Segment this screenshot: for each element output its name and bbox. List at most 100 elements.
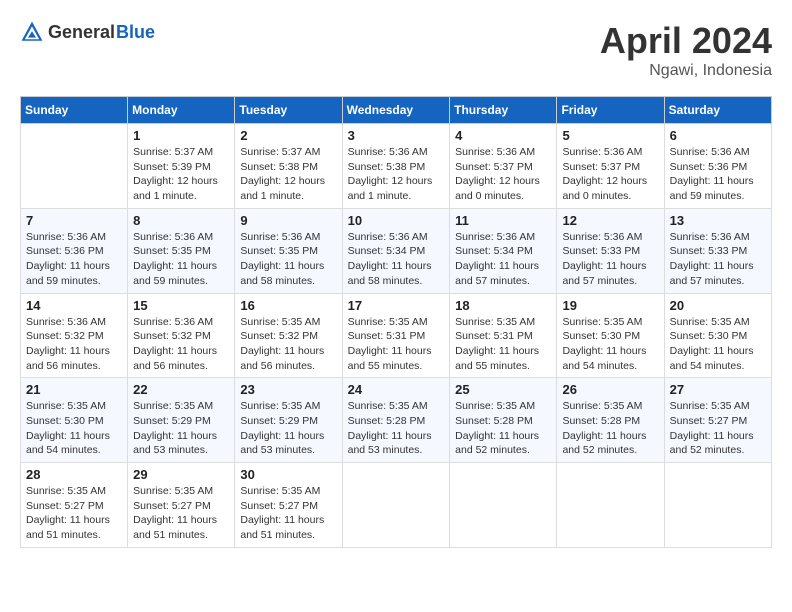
calendar-week-row: 28 Sunrise: 5:35 AM Sunset: 5:27 PM Dayli…: [21, 463, 772, 548]
day-info: Sunrise: 5:35 AM Sunset: 5:31 PM Dayligh…: [348, 315, 445, 374]
day-info: Sunrise: 5:36 AM Sunset: 5:36 PM Dayligh…: [26, 230, 122, 289]
day-number: 3: [348, 128, 445, 143]
day-info: Sunrise: 5:36 AM Sunset: 5:35 PM Dayligh…: [133, 230, 229, 289]
table-row: 6Sunrise: 5:36 AM Sunset: 5:36 PM Daylig…: [664, 124, 771, 209]
day-number: 28: [26, 467, 122, 482]
table-row: 17 Sunrise: 5:35 AM Sunset: 5:31 PM Dayli…: [342, 293, 450, 378]
col-wednesday: Wednesday: [342, 97, 450, 124]
day-info: Sunrise: 5:36 AM Sunset: 5:37 PM Dayligh…: [455, 145, 551, 204]
calendar-week-row: 14 Sunrise: 5:36 AM Sunset: 5:32 PM Dayli…: [21, 293, 772, 378]
calendar-header-row: Sunday Monday Tuesday Wednesday Thursday…: [21, 97, 772, 124]
table-row: 11Sunrise: 5:36 AM Sunset: 5:34 PM Dayli…: [450, 208, 557, 293]
day-info: Sunrise: 5:35 AM Sunset: 5:32 PM Dayligh…: [240, 315, 336, 374]
day-info: Sunrise: 5:35 AM Sunset: 5:28 PM Dayligh…: [455, 399, 551, 458]
day-info: Sunrise: 5:36 AM Sunset: 5:32 PM Dayligh…: [26, 315, 122, 374]
day-number: 24: [348, 382, 445, 397]
col-tuesday: Tuesday: [235, 97, 342, 124]
table-row: 2 Sunrise: 5:37 AM Sunset: 5:38 PM Daylig…: [235, 124, 342, 209]
table-row: 13 Sunrise: 5:36 AM Sunset: 5:33 PM Dayli…: [664, 208, 771, 293]
day-info: Sunrise: 5:35 AM Sunset: 5:29 PM Dayligh…: [133, 399, 229, 458]
day-info: Sunrise: 5:35 AM Sunset: 5:29 PM Dayligh…: [240, 399, 336, 458]
table-row: 18 Sunrise: 5:35 AM Sunset: 5:31 PM Dayli…: [450, 293, 557, 378]
day-info: Sunrise: 5:36 AM Sunset: 5:35 PM Dayligh…: [240, 230, 336, 289]
day-number: 27: [670, 382, 766, 397]
table-row: 22 Sunrise: 5:35 AM Sunset: 5:29 PM Dayli…: [128, 378, 235, 463]
day-number: 20: [670, 298, 766, 313]
logo: General Blue: [20, 20, 155, 44]
table-row: 19 Sunrise: 5:35 AM Sunset: 5:30 PM Dayli…: [557, 293, 664, 378]
day-number: 19: [562, 298, 658, 313]
table-row: 26 Sunrise: 5:35 AM Sunset: 5:28 PM Dayli…: [557, 378, 664, 463]
table-row: 30Sunrise: 5:35 AM Sunset: 5:27 PM Dayli…: [235, 463, 342, 548]
table-row: 16Sunrise: 5:35 AM Sunset: 5:32 PM Dayli…: [235, 293, 342, 378]
day-number: 14: [26, 298, 122, 313]
day-info: Sunrise: 5:36 AM Sunset: 5:33 PM Dayligh…: [670, 230, 766, 289]
day-number: 29: [133, 467, 229, 482]
table-row: 14 Sunrise: 5:36 AM Sunset: 5:32 PM Dayli…: [21, 293, 128, 378]
col-sunday: Sunday: [21, 97, 128, 124]
day-info: Sunrise: 5:35 AM Sunset: 5:27 PM Dayligh…: [133, 484, 229, 543]
col-thursday: Thursday: [450, 97, 557, 124]
table-row: 24 Sunrise: 5:35 AM Sunset: 5:28 PM Dayli…: [342, 378, 450, 463]
logo-icon: [20, 20, 44, 44]
day-number: 22: [133, 382, 229, 397]
day-info: Sunrise: 5:36 AM Sunset: 5:34 PM Dayligh…: [348, 230, 445, 289]
table-row: 5Sunrise: 5:36 AM Sunset: 5:37 PM Daylig…: [557, 124, 664, 209]
day-number: 26: [562, 382, 658, 397]
day-info: Sunrise: 5:35 AM Sunset: 5:30 PM Dayligh…: [670, 315, 766, 374]
day-number: 4: [455, 128, 551, 143]
day-info: Sunrise: 5:37 AM Sunset: 5:38 PM Dayligh…: [240, 145, 336, 204]
calendar-week-row: 7 Sunrise: 5:36 AM Sunset: 5:36 PM Daylig…: [21, 208, 772, 293]
table-row: 23 Sunrise: 5:35 AM Sunset: 5:29 PM Dayli…: [235, 378, 342, 463]
day-number: 7: [26, 213, 122, 228]
calendar-location: Ngawi, Indonesia: [600, 62, 772, 80]
day-info: Sunrise: 5:35 AM Sunset: 5:30 PM Dayligh…: [26, 399, 122, 458]
table-row: 9 Sunrise: 5:36 AM Sunset: 5:35 PM Daylig…: [235, 208, 342, 293]
day-info: Sunrise: 5:37 AM Sunset: 5:39 PM Dayligh…: [133, 145, 229, 204]
calendar-table: Sunday Monday Tuesday Wednesday Thursday…: [20, 96, 772, 548]
day-number: 25: [455, 382, 551, 397]
table-row: 7 Sunrise: 5:36 AM Sunset: 5:36 PM Daylig…: [21, 208, 128, 293]
table-row: 20 Sunrise: 5:35 AM Sunset: 5:30 PM Dayli…: [664, 293, 771, 378]
table-row: 29 Sunrise: 5:35 AM Sunset: 5:27 PM Dayli…: [128, 463, 235, 548]
day-info: Sunrise: 5:36 AM Sunset: 5:38 PM Dayligh…: [348, 145, 445, 204]
day-info: Sunrise: 5:35 AM Sunset: 5:27 PM Dayligh…: [26, 484, 122, 543]
table-row: 12 Sunrise: 5:36 AM Sunset: 5:33 PM Dayli…: [557, 208, 664, 293]
table-row: 15Sunrise: 5:36 AM Sunset: 5:32 PM Dayli…: [128, 293, 235, 378]
table-row: 27Sunrise: 5:35 AM Sunset: 5:27 PM Dayli…: [664, 378, 771, 463]
day-number: 8: [133, 213, 229, 228]
day-number: 11: [455, 213, 551, 228]
table-row: 8 Sunrise: 5:36 AM Sunset: 5:35 PM Daylig…: [128, 208, 235, 293]
day-number: 17: [348, 298, 445, 313]
table-row: 10 Sunrise: 5:36 AM Sunset: 5:34 PM Dayli…: [342, 208, 450, 293]
day-info: Sunrise: 5:35 AM Sunset: 5:30 PM Dayligh…: [562, 315, 658, 374]
day-info: Sunrise: 5:35 AM Sunset: 5:28 PM Dayligh…: [348, 399, 445, 458]
day-info: Sunrise: 5:36 AM Sunset: 5:33 PM Dayligh…: [562, 230, 658, 289]
table-row: [664, 463, 771, 548]
logo-general: General: [48, 22, 115, 43]
day-number: 10: [348, 213, 445, 228]
day-number: 12: [562, 213, 658, 228]
day-number: 21: [26, 382, 122, 397]
table-row: 21 Sunrise: 5:35 AM Sunset: 5:30 PM Dayli…: [21, 378, 128, 463]
day-number: 23: [240, 382, 336, 397]
day-number: 6: [670, 128, 766, 143]
day-number: 13: [670, 213, 766, 228]
col-monday: Monday: [128, 97, 235, 124]
table-row: 1 Sunrise: 5:37 AM Sunset: 5:39 PM Daylig…: [128, 124, 235, 209]
day-number: 1: [133, 128, 229, 143]
day-info: Sunrise: 5:35 AM Sunset: 5:27 PM Dayligh…: [240, 484, 336, 543]
table-row: 3 Sunrise: 5:36 AM Sunset: 5:38 PM Daylig…: [342, 124, 450, 209]
calendar-week-row: 21 Sunrise: 5:35 AM Sunset: 5:30 PM Dayli…: [21, 378, 772, 463]
day-info: Sunrise: 5:35 AM Sunset: 5:28 PM Dayligh…: [562, 399, 658, 458]
col-friday: Friday: [557, 97, 664, 124]
day-number: 15: [133, 298, 229, 313]
table-row: [21, 124, 128, 209]
day-number: 9: [240, 213, 336, 228]
day-number: 18: [455, 298, 551, 313]
day-number: 2: [240, 128, 336, 143]
logo-blue: Blue: [116, 22, 155, 43]
day-info: Sunrise: 5:35 AM Sunset: 5:31 PM Dayligh…: [455, 315, 551, 374]
day-number: 5: [562, 128, 658, 143]
table-row: [450, 463, 557, 548]
